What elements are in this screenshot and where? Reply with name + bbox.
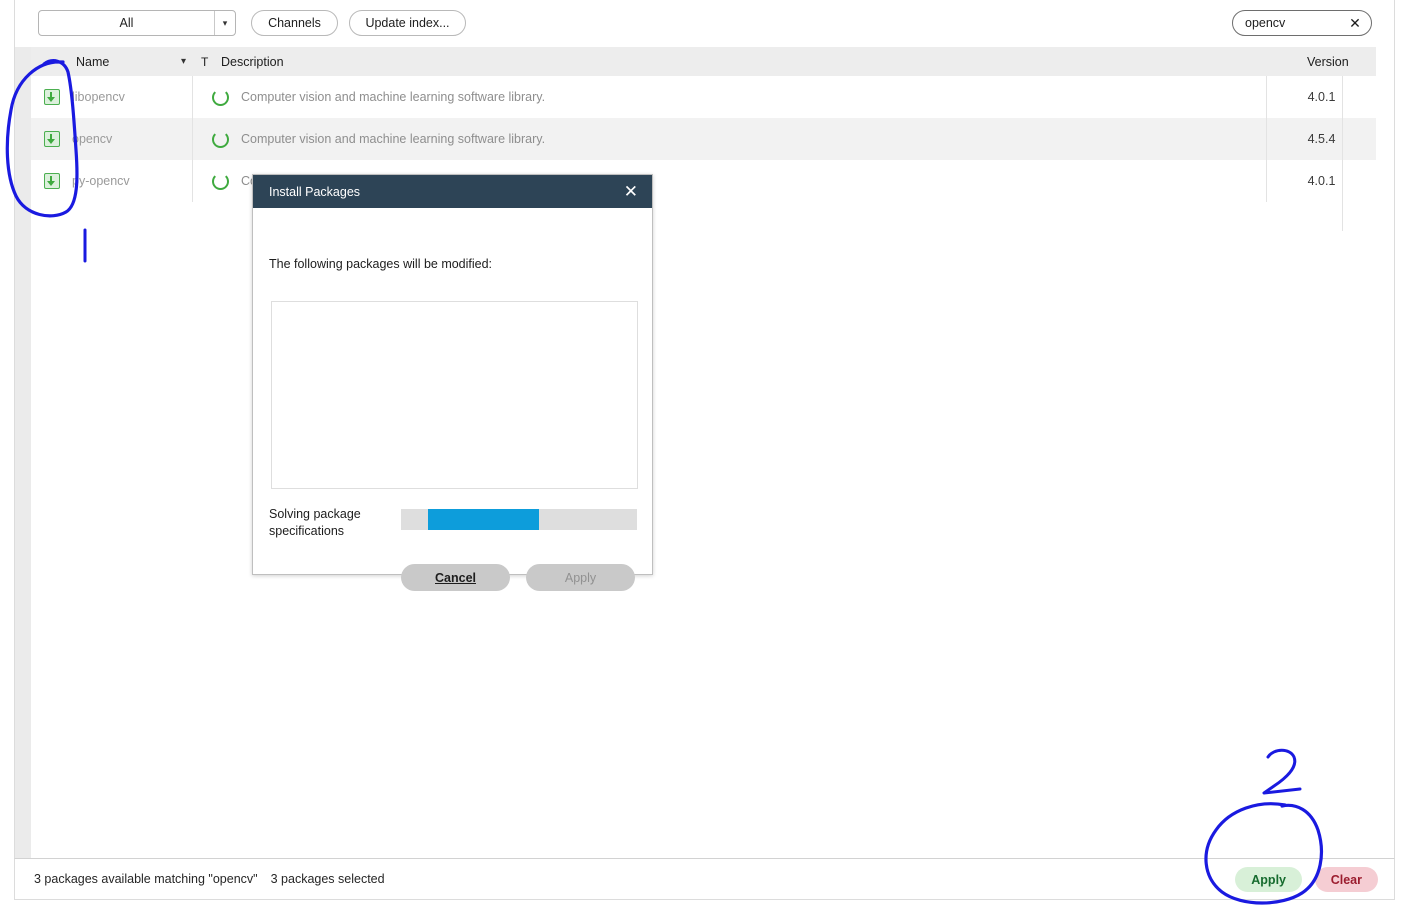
- package-name: opencv: [72, 132, 113, 146]
- cell-version: 4.5.4: [1307, 132, 1336, 146]
- package-name: libopencv: [72, 90, 125, 104]
- dialog-title: Install Packages: [269, 184, 361, 199]
- clear-button[interactable]: Clear: [1314, 867, 1378, 892]
- column-header-description[interactable]: Description: [221, 47, 284, 76]
- progress-bar-fill: [428, 509, 540, 530]
- channels-button[interactable]: Channels: [251, 10, 338, 36]
- package-filter-select[interactable]: All ▾: [38, 10, 236, 36]
- loading-spinner-icon: [212, 172, 229, 190]
- package-table: Name ▾ T Description Version libopencv Co…: [14, 47, 1395, 858]
- chevron-down-icon[interactable]: ▾: [181, 47, 186, 76]
- cell-version: 4.0.1: [1307, 174, 1336, 188]
- install-arrow-icon[interactable]: [44, 173, 60, 189]
- install-arrow-icon[interactable]: [44, 131, 60, 147]
- cell-name: libopencv: [31, 76, 193, 118]
- install-packages-dialog: Install Packages ✕ The following package…: [252, 174, 653, 591]
- search-input-value: opencv: [1245, 16, 1286, 30]
- toolbar: All ▾ Channels Update index... opencv ✕: [14, 0, 1395, 47]
- apply-button[interactable]: Apply: [1235, 867, 1302, 892]
- table-gutter: [15, 47, 31, 858]
- column-header-version[interactable]: Version: [1307, 47, 1349, 76]
- install-arrow-icon[interactable]: [44, 89, 60, 105]
- progress-status-label: Solving package specifications: [269, 507, 361, 538]
- table-row[interactable]: py-opencvComputer vision and machine lea…: [31, 160, 1376, 202]
- cell-description: Computer vision and machine learning sof…: [193, 118, 1267, 160]
- dialog-prompt-text: The following packages will be modified:: [269, 257, 493, 271]
- conda-navigator-package-manager: All ▾ Channels Update index... opencv ✕ …: [0, 0, 1409, 910]
- table-header-row: Name ▾ T Description Version: [31, 47, 1376, 77]
- loading-spinner-icon: [212, 88, 229, 106]
- package-filter-value: All: [119, 16, 134, 30]
- loading-spinner-icon: [212, 130, 229, 148]
- table-row[interactable]: opencv Computer vision and machine learni…: [31, 118, 1376, 160]
- version-column-divider: [1342, 76, 1343, 231]
- table-body: libopencv Computer vision and machine lea…: [31, 76, 1376, 202]
- package-description: Computer vision and machine learning sof…: [241, 132, 546, 146]
- package-description: Computer vision and machine learning sof…: [241, 90, 546, 104]
- close-icon[interactable]: ✕: [622, 183, 640, 200]
- cell-description: Computer vision and machine learning sof…: [193, 76, 1267, 118]
- close-icon[interactable]: ✕: [1347, 15, 1363, 31]
- packages-available-text: 3 packages available matching "opencv": [34, 872, 258, 886]
- column-header-name[interactable]: Name: [76, 47, 109, 76]
- modified-packages-list[interactable]: [271, 301, 638, 489]
- column-header-type[interactable]: T: [201, 47, 208, 76]
- status-bar: 3 packages available matching "opencv" 3…: [14, 858, 1395, 900]
- table-row[interactable]: libopencv Computer vision and machine lea…: [31, 76, 1376, 118]
- dialog-title-bar: Install Packages ✕: [253, 175, 652, 208]
- cell-version: 4.0.1: [1307, 90, 1336, 104]
- cell-name: py-opencv: [31, 160, 193, 202]
- dialog-body: The following packages will be modified:…: [253, 208, 652, 591]
- package-name: py-opencv: [72, 174, 130, 188]
- dialog-cancel-button[interactable]: Cancel: [401, 564, 510, 591]
- update-index-button[interactable]: Update index...: [349, 10, 466, 36]
- dialog-apply-button: Apply: [526, 564, 635, 591]
- chevron-down-icon[interactable]: ▾: [214, 11, 235, 35]
- packages-selected-text: 3 packages selected: [270, 872, 385, 886]
- cell-name: opencv: [31, 118, 193, 160]
- search-input[interactable]: opencv ✕: [1232, 10, 1372, 36]
- progress-bar: [401, 509, 637, 530]
